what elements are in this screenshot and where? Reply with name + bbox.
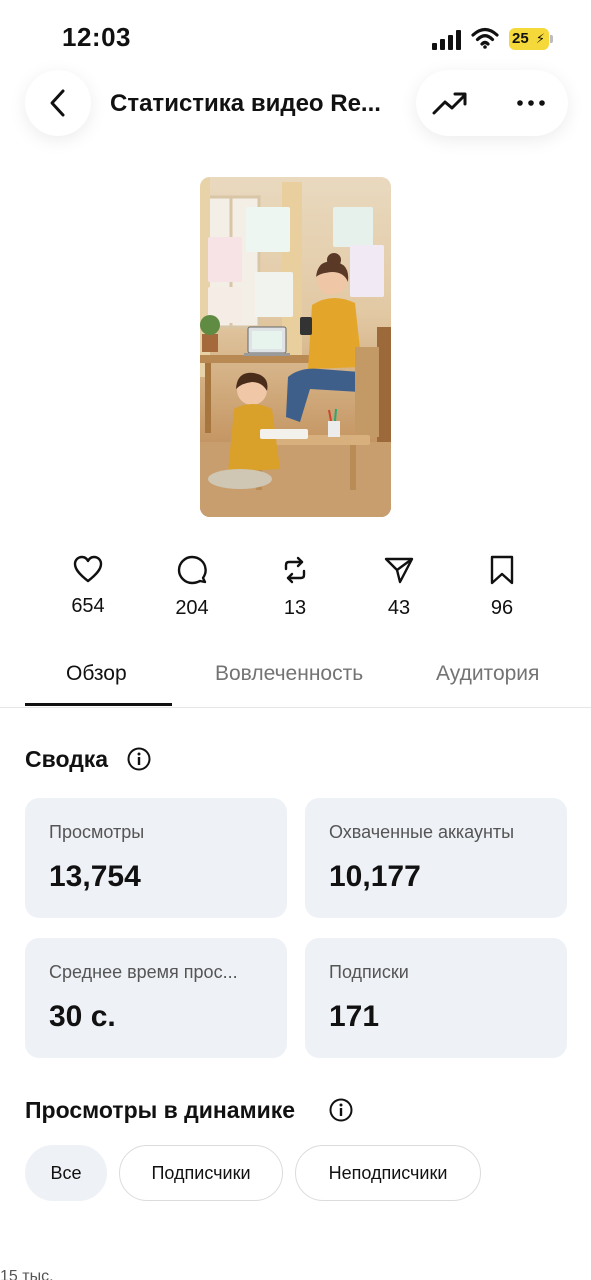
heart-icon — [73, 555, 103, 583]
charging-bolt-icon: ⚡ — [535, 31, 545, 46]
shares-count: 43 — [387, 597, 411, 619]
back-button[interactable] — [25, 70, 91, 136]
comments-count: 204 — [175, 597, 209, 619]
card-label: Охваченные аккаунты — [329, 822, 515, 842]
saves-count: 96 — [490, 597, 514, 619]
tab-audience[interactable]: Аудитория — [436, 662, 539, 686]
reposts-count: 13 — [283, 597, 307, 619]
card-value: 10,177 — [329, 860, 421, 893]
share-icon — [384, 557, 414, 584]
repost-icon — [284, 556, 306, 584]
filter-chip-non-followers[interactable]: Неподписчики — [295, 1145, 481, 1201]
header-actions — [416, 70, 568, 136]
summary-card-follows: Подписки 171 — [305, 938, 567, 1058]
views-dynamics-title: Просмотры в динамике — [25, 1097, 296, 1123]
reel-insights-screen: 12:03 25 ⚡ Статистика видео Re... 654 20… — [0, 0, 591, 1280]
chevron-left-icon — [50, 89, 65, 117]
battery-nub — [550, 35, 553, 43]
metric-likes: 654 — [48, 555, 128, 618]
card-label: Подписки — [329, 962, 409, 982]
likes-count: 654 — [71, 595, 105, 617]
reel-thumbnail[interactable] — [200, 177, 391, 517]
chart-axis-label: 15 тыс. — [0, 1268, 54, 1280]
bookmark-icon — [490, 555, 514, 585]
filter-chip-followers[interactable]: Подписчики — [119, 1145, 283, 1201]
engagement-metrics: 654 204 13 43 96 — [0, 555, 591, 635]
more-horizontal-icon[interactable] — [516, 94, 546, 112]
comment-icon — [177, 555, 207, 585]
summary-card-views: Просмотры 13,754 — [25, 798, 287, 918]
card-value: 171 — [329, 1000, 380, 1033]
page-title: Статистика видео Re... — [110, 90, 381, 117]
summary-card-avg-watch-time: Среднее время прос... 30 с. — [25, 938, 287, 1058]
summary-card-reached-accounts: Охваченные аккаунты 10,177 — [305, 798, 567, 918]
filter-chip-all[interactable]: Все — [25, 1145, 107, 1201]
tab-engagement[interactable]: Вовлеченность — [215, 662, 363, 686]
header: Статистика видео Re... — [0, 70, 591, 140]
wifi-icon — [471, 27, 499, 49]
metric-reposts: 13 — [255, 555, 335, 620]
metric-comments: 204 — [152, 555, 232, 620]
reel-thumbnail-illustration — [200, 177, 391, 517]
summary-title: Сводка — [25, 746, 109, 772]
info-icon[interactable] — [127, 747, 151, 771]
trending-up-icon[interactable] — [432, 88, 468, 118]
battery-level: 25 — [512, 30, 529, 47]
status-time: 12:03 — [62, 22, 131, 52]
cellular-signal-icon — [432, 30, 461, 50]
card-label: Просмотры — [49, 822, 145, 842]
card-value: 13,754 — [49, 860, 141, 893]
metric-shares: 43 — [359, 555, 439, 620]
battery-indicator: 25 ⚡ — [509, 28, 553, 50]
tab-overview[interactable]: Обзор — [66, 662, 127, 686]
status-bar: 12:03 25 ⚡ — [0, 0, 591, 78]
metric-saves: 96 — [462, 555, 542, 620]
insights-tabs: Обзор Вовлеченность Аудитория — [0, 648, 591, 708]
info-icon[interactable] — [329, 1098, 353, 1122]
active-tab-indicator — [25, 703, 172, 706]
card-value: 30 с. — [49, 1000, 116, 1033]
card-label: Среднее время прос... — [49, 962, 238, 982]
